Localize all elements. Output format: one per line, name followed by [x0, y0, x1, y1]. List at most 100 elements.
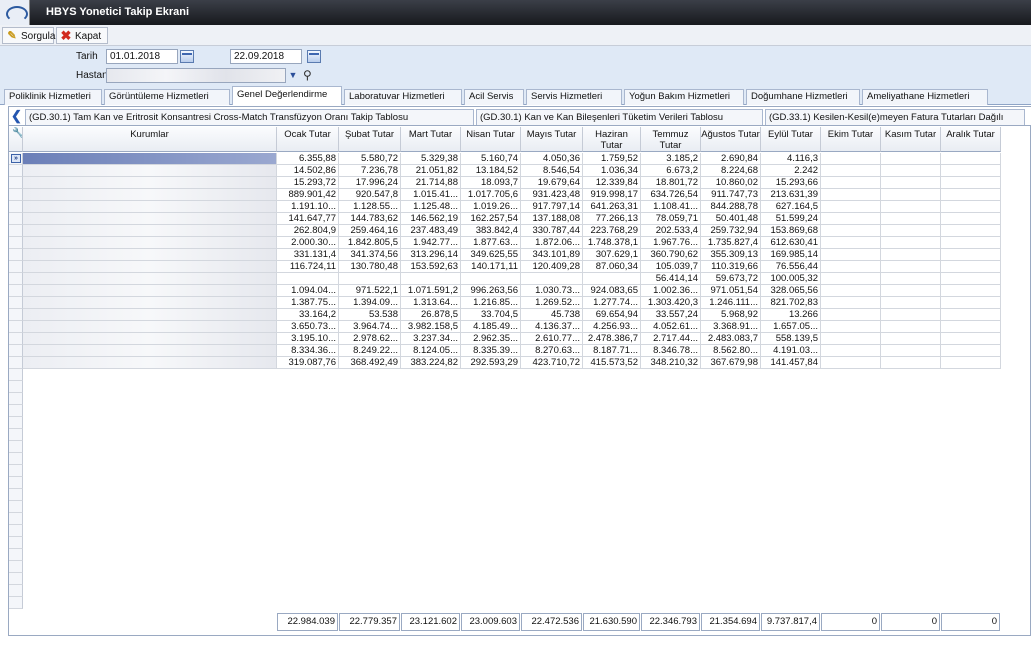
end-date-field[interactable]: 22.09.2018	[230, 49, 302, 64]
table-cell: 4.136.37...	[521, 321, 583, 333]
col-header-6[interactable]: Haziran Tutar	[583, 127, 641, 152]
report-subtabs: ❮ (GD.30.1) Tam Kan ve Eritrosit Konsant…	[9, 107, 1031, 126]
institution-cell[interactable]	[23, 189, 277, 201]
col-header-2[interactable]: Şubat Tutar	[339, 127, 401, 152]
row-header[interactable]	[9, 261, 23, 273]
institution-cell[interactable]	[23, 213, 277, 225]
wrench-icon[interactable]: 🔧	[12, 129, 22, 139]
table-cell: 2.978.62...	[339, 333, 401, 345]
total-cell: 22.472.536	[521, 613, 582, 631]
row-header[interactable]	[9, 297, 23, 309]
col-header-0[interactable]: Kurumlar	[23, 127, 277, 152]
subtab-0[interactable]: (GD.30.1) Tam Kan ve Eritrosit Konsantre…	[25, 109, 474, 125]
table-cell: 1.313.64...	[401, 297, 461, 309]
row-header[interactable]	[9, 357, 23, 369]
institution-cell[interactable]	[23, 261, 277, 273]
col-header-7[interactable]: Temmuz Tutar	[641, 127, 701, 152]
col-header-9[interactable]: Eylül Tutar	[761, 127, 821, 152]
col-header-3[interactable]: Mart Tutar	[401, 127, 461, 152]
row-header[interactable]	[9, 225, 23, 237]
table-cell: 153.592,63	[401, 261, 461, 273]
table-cell	[941, 261, 1001, 273]
table-cell	[941, 165, 1001, 177]
start-date-field[interactable]: 01.01.2018	[106, 49, 178, 64]
institution-cell[interactable]	[23, 201, 277, 213]
institution-cell[interactable]	[23, 273, 277, 285]
table-cell	[821, 177, 881, 189]
col-header-12[interactable]: Aralık Tutar	[941, 127, 1001, 152]
current-row-icon: »	[11, 154, 21, 163]
table-cell: 368.492,49	[339, 357, 401, 369]
close-button[interactable]: ✖ Kapat	[56, 27, 108, 44]
col-header-8[interactable]: Ağustos Tutar	[701, 127, 761, 152]
chevron-down-icon[interactable]: ▼	[287, 69, 299, 82]
institution-cell[interactable]	[23, 237, 277, 249]
query-button[interactable]: ✎ Sorgula	[2, 27, 56, 44]
col-header-4[interactable]: Nisan Tutar	[461, 127, 521, 152]
query-button-label: Sorgula	[21, 31, 56, 42]
institution-cell[interactable]	[23, 333, 277, 345]
table-cell: 2.483.083,7	[701, 333, 761, 345]
institution-cell[interactable]	[23, 309, 277, 321]
institution-cell[interactable]	[23, 165, 277, 177]
table-cell: 4.256.93...	[583, 321, 641, 333]
institution-cell[interactable]	[23, 321, 277, 333]
scroll-left-icon[interactable]: ❮	[11, 109, 23, 123]
table-cell	[821, 297, 881, 309]
grid-settings-cell[interactable]: 🔧	[9, 127, 23, 152]
institution-cell[interactable]	[23, 357, 277, 369]
institution-cell[interactable]	[23, 297, 277, 309]
institution-cell[interactable]	[23, 153, 277, 165]
tab-6[interactable]: Yoğun Bakım Hizmetleri	[624, 89, 744, 105]
row-header[interactable]: »	[9, 153, 23, 165]
row-header[interactable]	[9, 177, 23, 189]
col-header-11[interactable]: Kasım Tutar	[881, 127, 941, 152]
tab-2[interactable]: Genel Değerlendirme	[232, 86, 342, 105]
start-date-calendar-icon[interactable]	[180, 50, 194, 63]
search-icon[interactable]: ⚲	[303, 68, 317, 82]
row-header[interactable]	[9, 165, 23, 177]
table-cell	[941, 249, 1001, 261]
institution-cell[interactable]	[23, 285, 277, 297]
table-cell: 7.236,78	[339, 165, 401, 177]
row-header[interactable]	[9, 249, 23, 261]
table-cell	[881, 201, 941, 213]
row-header[interactable]	[9, 273, 23, 285]
row-header[interactable]	[9, 237, 23, 249]
tab-4[interactable]: Acil Servis	[464, 89, 524, 105]
table-cell: 3.195.10...	[277, 333, 339, 345]
tab-5[interactable]: Servis Hizmetleri	[526, 89, 622, 105]
hospital-select[interactable]	[106, 68, 286, 83]
institution-cell[interactable]	[23, 177, 277, 189]
row-header[interactable]	[9, 285, 23, 297]
institution-cell[interactable]	[23, 249, 277, 261]
table-cell: 105.039,7	[641, 261, 701, 273]
row-header	[9, 465, 23, 477]
table-cell: 343.101,89	[521, 249, 583, 261]
row-header[interactable]	[9, 213, 23, 225]
row-header[interactable]	[9, 201, 23, 213]
row-header[interactable]	[9, 189, 23, 201]
tab-1[interactable]: Görüntüleme Hizmetleri	[104, 89, 230, 105]
tab-3[interactable]: Laboratuvar Hizmetleri	[344, 89, 462, 105]
tab-8[interactable]: Ameliyathane Hizmetleri	[862, 89, 988, 105]
row-header[interactable]	[9, 321, 23, 333]
row-header	[9, 561, 23, 573]
subtab-1[interactable]: (GD.30.1) Kan ve Kan Bileşenleri Tüketim…	[476, 109, 763, 125]
institution-cell[interactable]	[23, 345, 277, 357]
row-header[interactable]	[9, 333, 23, 345]
end-date-calendar-icon[interactable]	[307, 50, 321, 63]
table-cell: 33.557,24	[641, 309, 701, 321]
tab-7[interactable]: Doğumhane Hizmetleri	[746, 89, 860, 105]
table-cell: 423.710,72	[521, 357, 583, 369]
col-header-10[interactable]: Ekim Tutar	[821, 127, 881, 152]
institution-cell[interactable]	[23, 225, 277, 237]
col-header-5[interactable]: Mayıs Tutar	[521, 127, 583, 152]
row-header[interactable]	[9, 309, 23, 321]
subtab-2[interactable]: (GD.33.1) Kesilen-Kesil(e)meyen Fatura T…	[765, 109, 1025, 125]
table-cell	[821, 153, 881, 165]
tab-0[interactable]: Poliklinik Hizmetleri	[4, 89, 102, 105]
row-header[interactable]	[9, 345, 23, 357]
col-header-1[interactable]: Ocak Tutar	[277, 127, 339, 152]
table-cell: 1.017.705,6	[461, 189, 521, 201]
